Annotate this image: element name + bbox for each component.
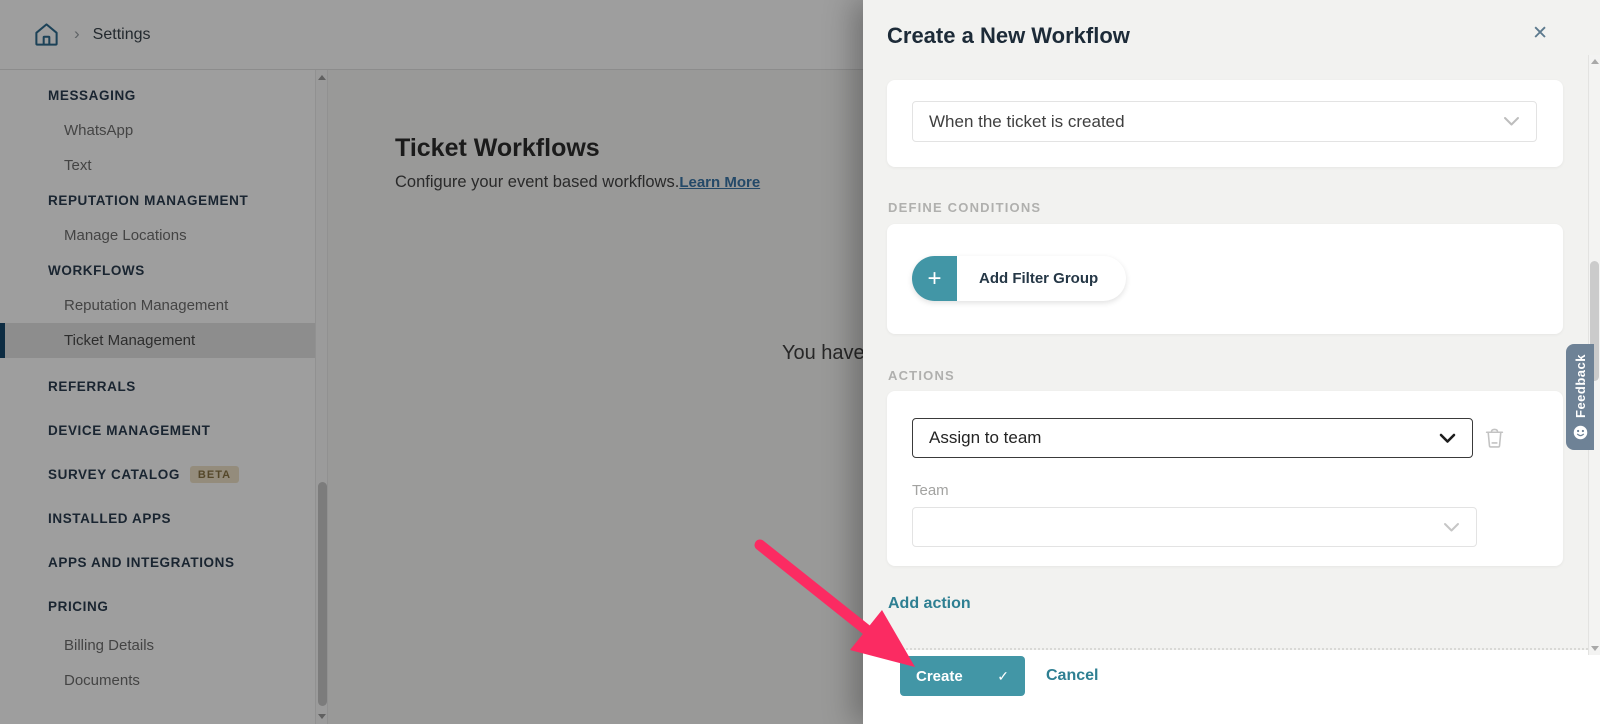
trash-icon	[1485, 427, 1504, 448]
create-workflow-modal: Create a New Workflow ✕ When the ticket …	[863, 0, 1600, 724]
trigger-select[interactable]: When the ticket is created	[912, 101, 1537, 142]
action-type-select[interactable]: Assign to team	[912, 418, 1473, 458]
delete-action-button[interactable]	[1485, 427, 1504, 453]
scroll-up-arrow-icon[interactable]	[1591, 59, 1599, 64]
chevron-down-icon	[1439, 433, 1456, 444]
add-action-link[interactable]: Add action	[888, 595, 971, 613]
check-icon: ✓	[997, 668, 1009, 685]
actions-label: ACTIONS	[888, 368, 955, 383]
cancel-link[interactable]: Cancel	[1046, 656, 1098, 696]
add-filter-group-button[interactable]: + Add Filter Group	[912, 256, 1126, 301]
scroll-down-arrow-icon[interactable]	[1591, 646, 1599, 651]
chevron-down-icon	[1443, 522, 1460, 533]
plus-icon: +	[912, 256, 957, 301]
feedback-tab[interactable]: Feedback	[1566, 344, 1594, 450]
close-icon[interactable]: ✕	[1532, 24, 1548, 43]
team-select[interactable]	[912, 507, 1477, 547]
team-field-label: Team	[912, 482, 949, 499]
modal-title: Create a New Workflow	[887, 23, 1130, 49]
chevron-down-icon	[1503, 116, 1520, 127]
feedback-label: Feedback	[1573, 354, 1588, 418]
create-button[interactable]: Create ✓	[900, 656, 1025, 696]
modal-footer: Create ✓ Cancel	[863, 650, 1600, 724]
define-conditions-label: DEFINE CONDITIONS	[888, 200, 1041, 215]
smiley-icon	[1573, 425, 1588, 440]
